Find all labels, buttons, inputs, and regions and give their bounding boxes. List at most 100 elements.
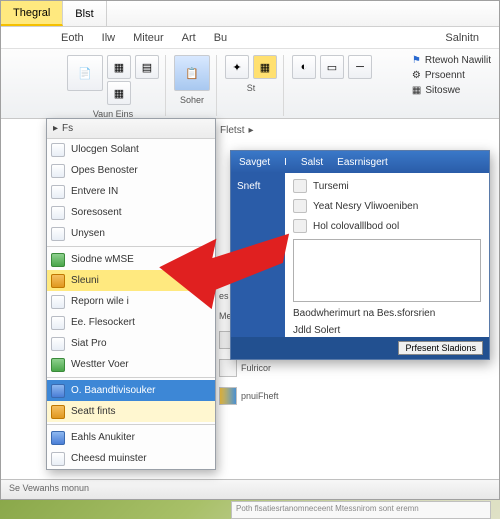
dialog-text: Hol colovalllbod ool [313, 221, 399, 232]
dialog-tab[interactable]: I [284, 157, 287, 168]
doc-icon [51, 295, 65, 309]
ribbon-button[interactable]: ▭ [320, 55, 344, 79]
ribbon-button[interactable]: ─ [348, 55, 372, 79]
dialog-line: Yeat Nesry Vliwoeniben [293, 199, 481, 213]
ic-green-icon [51, 358, 65, 372]
breadcrumb[interactable]: ▸ Fletst ▸ [211, 125, 254, 136]
menu-item[interactable]: Entvere IN [47, 181, 215, 202]
dialog-sidebar[interactable]: Sneft [231, 173, 285, 359]
dialog-input[interactable] [293, 239, 481, 302]
menu-item[interactable]: Cheesd muinster [47, 448, 215, 469]
menu-item-label: Unysen [71, 228, 105, 239]
dialog-tab[interactable]: Savget [239, 157, 270, 168]
ic-green-icon [51, 253, 65, 267]
ribbon-button[interactable]: ▦ [107, 55, 131, 79]
doc-icon [51, 164, 65, 178]
menu-item[interactable]: Ee. Flesockert [47, 312, 215, 333]
menu-item[interactable]: Ulocgen Solant [47, 139, 215, 160]
menu-header: ▸Fs [47, 119, 215, 139]
list-item[interactable]: pnuiFheft [219, 387, 289, 405]
doc-icon [51, 452, 65, 466]
ic-orange-icon [51, 405, 65, 419]
dialog-footer-button[interactable]: Prfesent Sladions [398, 341, 483, 355]
doc-icon [51, 206, 65, 220]
menu-item[interactable]: Siodne wMSE [47, 249, 215, 270]
item-icon [293, 199, 307, 213]
menu-item[interactable]: Sleuni [47, 270, 215, 291]
menu-item-label: Sleuni [71, 275, 99, 286]
dialog-tab[interactable]: Easrnisgert [337, 157, 388, 168]
ribbon-group-label: Soher [180, 95, 204, 105]
dialog-line: Tursemi [293, 179, 481, 193]
document-icon [219, 359, 237, 377]
ribbon-button[interactable]: ▦ [107, 81, 131, 105]
dialog-titlebar[interactable]: Savget I Salst Easrnisgert [231, 151, 489, 173]
dialog-window: Savget I Salst Easrnisgert Sneft Tursemi… [230, 150, 490, 360]
menu-item[interactable]: Unysen [47, 223, 215, 244]
dialog-tab[interactable]: Salst [301, 157, 323, 168]
ribbon-group-label: St [247, 83, 256, 93]
menu-item-label: Ulocgen Solant [71, 144, 139, 155]
ribbon-right-item[interactable]: ⚑Rtewoh Nawilit [412, 55, 491, 66]
menu-item[interactable]: Art [182, 32, 196, 44]
list-item[interactable]: Fulricor [219, 359, 289, 377]
ribbon-button[interactable]: ✦ [225, 55, 249, 79]
dialog-content: Tursemi Yeat Nesry Vliwoeniben Hol coloval… [285, 173, 489, 359]
title-tab[interactable]: Blst [63, 1, 106, 26]
doc-icon [51, 143, 65, 157]
menu-item[interactable]: Salnitn [445, 32, 479, 44]
menu-item[interactable]: Eahls Anukiter [47, 427, 215, 448]
dialog-footer: Prfesent Sladions [231, 337, 489, 359]
menu-item-label: Eahls Anukiter [71, 432, 135, 443]
info-strip: Poth flsatiesrtanomneceent Mtessnirom so… [231, 501, 491, 519]
menu-item[interactable]: Soresosent [47, 202, 215, 223]
dialog-text: Yeat Nesry Vliwoeniben [313, 201, 418, 212]
doc-icon [51, 337, 65, 351]
dialog-line: Jdld Solert [293, 325, 481, 336]
menu-item[interactable]: Bu [214, 32, 227, 44]
context-menu: ▸Fs Ulocgen Solant Opes Benoster Entvere I… [46, 118, 216, 470]
menu-item[interactable]: Westter Voer [47, 354, 215, 375]
menu-item[interactable]: Miteur [133, 32, 164, 44]
item-icon [293, 179, 307, 193]
doc-icon [51, 316, 65, 330]
menu-item[interactable]: Eoth [61, 32, 84, 44]
ribbon-button[interactable]: ▦ [253, 55, 277, 79]
item-icon [293, 219, 307, 233]
menu-item-label: Entvere IN [71, 186, 118, 197]
menu-item[interactable]: Reporn wile i [47, 291, 215, 312]
chevron-right-icon: ▸ [248, 125, 253, 136]
menu-item[interactable]: Seatt fints [47, 401, 215, 422]
doc-icon [51, 227, 65, 241]
ribbon-toolbar: 📄 ▦ ▦ ▤ Vaun Eins 📋 Soher ✦ ▦ St ◐ ▭ [1, 49, 499, 119]
ic-blue-icon [51, 384, 65, 398]
menu-item-label: O. Baandtivisouker [71, 385, 156, 396]
chevron-right-icon: ▸ [53, 123, 58, 134]
menu-item[interactable]: Ilw [102, 32, 115, 44]
menu-item-label: Westter Voer [71, 359, 129, 370]
grid-icon [51, 185, 65, 199]
ribbon-paste-icon[interactable]: 📋 [174, 55, 210, 91]
ribbon-page-icon[interactable]: 📄 [67, 55, 103, 91]
ic-blue-icon [51, 431, 65, 445]
title-tab-active[interactable]: Thegral [1, 1, 63, 26]
menu-item[interactable]: Siat Pro [47, 333, 215, 354]
ribbon-right-item[interactable]: ⚙Prsoennt [412, 70, 491, 81]
menu-item-label: Siodne wMSE [71, 254, 134, 265]
dialog-text: Baodwherimurt na Bes.sforsrien [293, 308, 435, 319]
dialog-text: Jdld Solert [293, 325, 340, 336]
menu-item-label: Reporn wile i [71, 296, 129, 307]
dialog-text: Tursemi [313, 181, 349, 192]
ribbon-button[interactable]: ▤ [135, 55, 159, 79]
ribbon-right-item[interactable]: ▦Sitoswe [412, 85, 491, 96]
status-bar: Se Vewanhs monun [1, 479, 499, 499]
ribbon-button[interactable]: ◐ [292, 55, 316, 79]
menu-item[interactable]: Opes Benoster [47, 160, 215, 181]
menu-item-label: Cheesd muinster [71, 453, 147, 464]
dialog-line: Baodwherimurt na Bes.sforsrien [293, 308, 481, 319]
menu-item-label: Soresosent [71, 207, 122, 218]
menu-bar: Eoth Ilw Miteur Art Bu Salnitn [1, 27, 499, 49]
menu-item-label: Ee. Flesockert [71, 317, 135, 328]
title-tab-bar: Thegral Blst [1, 1, 499, 27]
menu-item[interactable]: O. Baandtivisouker [47, 380, 215, 401]
